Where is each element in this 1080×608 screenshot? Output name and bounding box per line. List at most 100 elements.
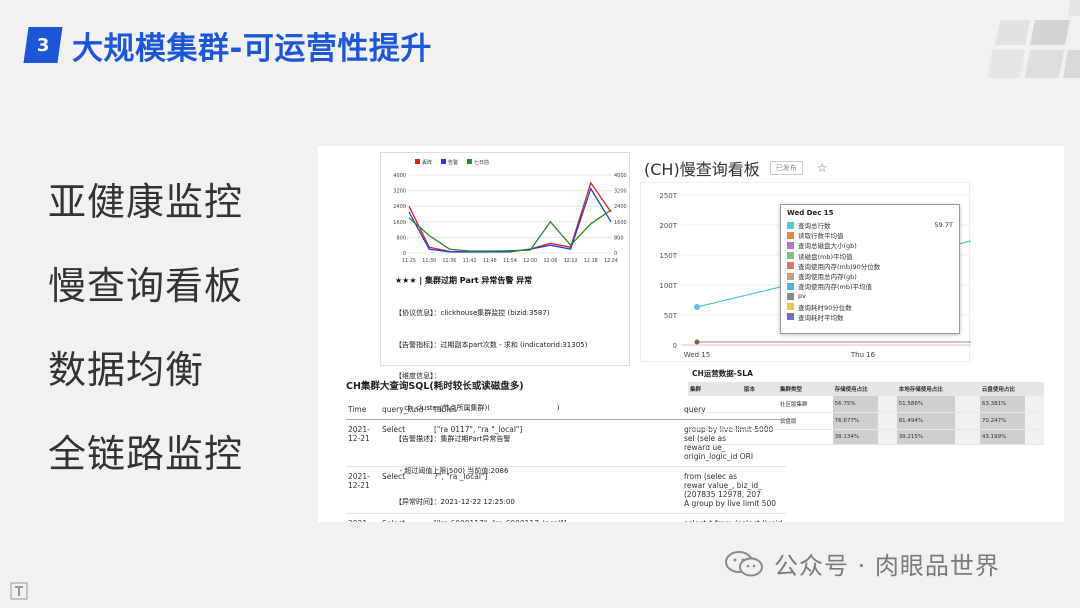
column-header: 版本 [742, 382, 778, 396]
cell-query: select * from (select liveid as [682, 513, 786, 522]
table-row: 云盘版 76.677% 81.494% 70.247% [688, 412, 1044, 430]
topic-full-link-monitoring: 全链路监控 [48, 432, 244, 476]
watermark-text: 公众号 · 肉眼品世界 [774, 552, 1000, 580]
tooltip-swatch [787, 282, 794, 290]
table-row[interactable]: 2021-Select["ra 6000117", "ra 6000117_lo… [346, 513, 786, 522]
cell-usage-ratio: 56.75% [832, 396, 897, 413]
big-query-title: CH集群大查询SQL(耗时较长或读磁盘多) [346, 381, 524, 392]
tooltip-label: 读磁盘(mb)平均值 [798, 252, 853, 261]
x-tick-label: Thu 16 [850, 351, 876, 359]
tooltip-row: pv [787, 291, 953, 301]
tooltip-swatch [787, 231, 794, 239]
y-tick-label-right: 4000 [614, 173, 627, 179]
cell-usage-ratio: 70.247% [979, 412, 1044, 430]
cell-time: 2021- 12-21 [346, 466, 380, 514]
y-tick-label: 0 [403, 251, 406, 257]
alert-line: 【协议信息】：clickhouse集群监控 (bizid:3587) [395, 309, 550, 317]
cell-usage-ratio: 76.677% [832, 412, 897, 430]
tooltip-swatch [787, 272, 794, 280]
cell-version [742, 429, 778, 445]
tooltip-label: 查询使用总内存(gb) [798, 273, 857, 282]
cell-usage-ratio: 43.199% [979, 429, 1044, 445]
cell-usage-ratio: 81.494% [896, 412, 980, 430]
legend-swatch [467, 159, 472, 164]
cell-query-kind: Select [380, 513, 432, 522]
alert-line-chart: 丢阵 告警 七日前 4000 4000 3200 3200 2400 2400 1600 1600 8… [393, 159, 627, 264]
corner-logo-icon [10, 582, 28, 600]
y-tick-label: 250T [659, 192, 677, 200]
x-tick-label: 12:24 [604, 258, 618, 264]
column-header[interactable]: Time [346, 400, 380, 420]
cell-tables: ["ra 6000117", "ra 6000117_local"] [432, 513, 682, 522]
cell-usage-ratio: 38.134% [832, 429, 897, 445]
column-header: 本地存储使用占比 [896, 382, 980, 396]
column-header: 云盘使用占比 [979, 382, 1044, 396]
y-tick-label-right: 0 [614, 251, 617, 257]
cell-tables: ["ra 0117", "ra "_local"] [432, 419, 682, 467]
y-tick-label: 800 [396, 235, 406, 241]
topic-data-balance: 数据均衡 [48, 348, 205, 392]
y-tick-label: 4000 [393, 173, 406, 179]
cell-usage-ratio: 63.381% [979, 396, 1044, 413]
section-number: 3 [36, 34, 50, 56]
tooltip-label: 查询使用内存(mb)平均值 [798, 283, 873, 292]
column-header: 存储使用占比 [832, 382, 897, 396]
x-tick-label: 11:30 [422, 258, 436, 264]
cell-usage-ratio: 51.586% [896, 396, 980, 413]
cell-version [742, 396, 778, 413]
y-tick-label: 200T [659, 222, 677, 230]
star-icon[interactable]: ☆ [817, 161, 828, 175]
data-point [694, 339, 700, 345]
wechat-watermark: 公众号 · 肉眼品世界 [724, 546, 1000, 581]
slow-query-title: (CH)慢查询看板 [644, 160, 760, 179]
tooltip-row: 读磁盘(mb)平均值 [787, 251, 953, 261]
y-tick-label-right: 3200 [614, 189, 627, 195]
table-row: 38.134% 39.215% 43.199% [688, 429, 1044, 445]
cell-query-kind: Select [380, 419, 432, 467]
column-header: 集群 [688, 382, 742, 396]
table-row[interactable]: 2021- 12-21 Select ?", "ra _local"] from … [346, 466, 786, 514]
column-header[interactable]: query_kind [380, 400, 432, 420]
slide-title-bar: 3 大规模集群-可运营性提升 [23, 24, 432, 67]
legend-swatch [415, 159, 420, 164]
tooltip-swatch [787, 313, 794, 321]
cell-time: 2021- [346, 513, 380, 522]
cell-usage-ratio: 39.215% [896, 429, 980, 445]
tooltip-value: 59.7T [934, 221, 953, 230]
chart-tooltip: Wed Dec 15 查询总行数 59.7T 读取行数平均值 查询总磁盘大小(gb) 读… [780, 204, 960, 334]
tooltip-label: 查询耗时90分位数 [798, 303, 852, 312]
cell-cluster [688, 429, 742, 445]
tooltip-row: 查询使用内存(mb)90分位数 [787, 261, 953, 271]
x-tick-label: 12:00 [523, 258, 537, 264]
y-tick-label-right: 1600 [614, 220, 627, 226]
tooltip-label: 查询耗时平均数 [798, 313, 844, 322]
cell-query: from (selec as rewar value_, biz_id_ (20… [682, 466, 786, 514]
tooltip-rows: 查询总行数 59.7T 读取行数平均值 查询总磁盘大小(gb) 读磁盘(mb)平均值 查询… [787, 220, 953, 322]
x-tick-label: 11:25 [402, 258, 416, 264]
slow-query-header: (CH)慢查询看板 已发布 ☆ [644, 156, 827, 180]
y-tick-label: 2400 [393, 204, 406, 210]
tooltip-swatch [787, 262, 794, 270]
alert-line: 【告警指标】：过期副本part次数 - 求和 (indicatorid:3130… [395, 340, 588, 349]
y-tick-label: 100T [659, 282, 677, 290]
x-tick-label: 11:42 [463, 258, 477, 264]
tooltip-label: 查询使用内存(mb)90分位数 [798, 262, 881, 271]
x-tick-label: 11:54 [503, 258, 517, 264]
cell-cluster-type: 云盘版 [778, 412, 833, 430]
x-tick-label: 11:36 [442, 258, 456, 264]
data-point [694, 304, 700, 310]
alert-chart-card: 丢阵 告警 七日前 4000 4000 3200 3200 2400 2400 1600 1600 8… [380, 152, 630, 506]
column-header[interactable]: tables [432, 400, 682, 420]
section-number-badge: 3 [23, 27, 63, 63]
tooltip-row: 读取行数平均值 [787, 230, 953, 240]
tooltip-label: 读取行数平均值 [798, 232, 844, 241]
screenshot-panel: 丢阵 告警 七日前 4000 4000 3200 3200 2400 2400 1600 1600 8… [318, 146, 1064, 522]
tooltip-row: 查询使用总内存(gb) [787, 271, 953, 281]
tooltip-swatch [787, 221, 794, 229]
topic-slow-query-board: 慢查询看板 [48, 264, 244, 308]
tooltip-date: Wed Dec 15 [787, 209, 834, 217]
tooltip-row: 查询总行数 59.7T [787, 220, 953, 230]
tooltip-swatch [787, 241, 794, 249]
column-header: 集群类型 [778, 382, 833, 396]
y-tick-label: 0 [673, 342, 677, 350]
